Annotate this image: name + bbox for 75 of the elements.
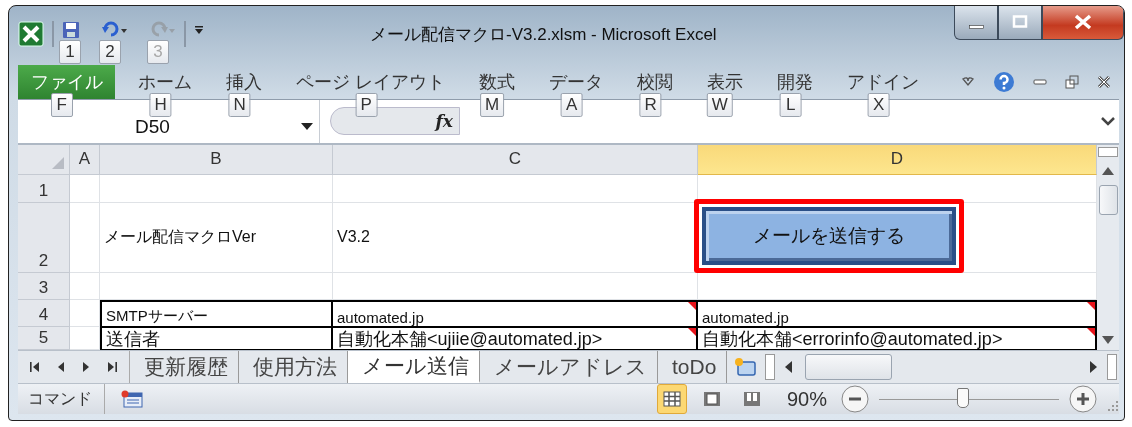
key-tip: N bbox=[228, 93, 251, 118]
minimize-button[interactable] bbox=[954, 6, 998, 40]
table-cell bbox=[70, 299, 100, 327]
normal-view-button[interactable] bbox=[656, 384, 687, 414]
table-cell: メール配信マクロVer bbox=[100, 202, 333, 273]
scroll-thumb[interactable] bbox=[1098, 184, 1118, 215]
column-header[interactable]: A bbox=[70, 144, 100, 175]
restore-icon[interactable] bbox=[1065, 75, 1079, 90]
row-header[interactable]: 1 bbox=[18, 174, 70, 203]
key-tip: 1 bbox=[59, 40, 81, 65]
key-tip: M bbox=[480, 93, 505, 118]
key-tip: L bbox=[779, 93, 802, 118]
key-tip: H bbox=[149, 93, 172, 118]
key-tip: F bbox=[50, 93, 73, 118]
last-sheet-icon[interactable] bbox=[106, 360, 117, 373]
maximize-icon bbox=[1010, 15, 1030, 29]
zoom-percent[interactable]: 90% bbox=[786, 387, 827, 411]
close-icon bbox=[1073, 14, 1093, 30]
vertical-scrollbar[interactable] bbox=[1097, 144, 1119, 350]
scroll-thumb[interactable] bbox=[805, 353, 893, 380]
zoom-out-icon[interactable] bbox=[841, 385, 869, 413]
key-tip: X bbox=[867, 93, 890, 118]
close-button[interactable] bbox=[1042, 6, 1124, 40]
quick-access-button[interactable] bbox=[62, 21, 80, 40]
key-tip: R bbox=[639, 93, 662, 118]
record-macro-icon[interactable] bbox=[121, 390, 143, 408]
key-tip: P bbox=[355, 93, 378, 118]
close-icon[interactable] bbox=[1097, 75, 1111, 90]
triangle-icon bbox=[51, 155, 65, 170]
scroll-right-icon[interactable] bbox=[1089, 360, 1097, 373]
table-cell: automated.jp bbox=[333, 299, 698, 327]
status-mode: コマンド bbox=[18, 384, 105, 414]
split-handle[interactable] bbox=[765, 353, 776, 380]
zoom-slider-thumb[interactable] bbox=[956, 387, 969, 408]
table-cell bbox=[70, 202, 100, 273]
row-header[interactable]: 3 bbox=[18, 272, 70, 300]
scroll-down-icon[interactable] bbox=[1102, 335, 1114, 344]
row-header[interactable]: 4 bbox=[18, 299, 70, 327]
help-icon[interactable] bbox=[993, 71, 1015, 94]
table-cell bbox=[70, 272, 100, 300]
excel-logo-icon bbox=[18, 21, 44, 48]
table-cell bbox=[70, 174, 100, 203]
sheet-tab[interactable]: メール送信 bbox=[348, 350, 480, 383]
insert-sheet-icon[interactable] bbox=[733, 355, 758, 378]
expand-chevron-icon[interactable] bbox=[1101, 116, 1115, 127]
row-header[interactable]: 5 bbox=[18, 326, 70, 350]
key-tip: 3 bbox=[147, 40, 169, 65]
customize-caret-icon[interactable] bbox=[194, 25, 204, 36]
column-header[interactable]: C bbox=[333, 144, 698, 175]
column-header[interactable]: B bbox=[100, 144, 333, 175]
send-mail-button[interactable]: メールを送信する bbox=[702, 207, 956, 266]
minimize-icon bbox=[968, 25, 984, 29]
scroll-up-icon[interactable] bbox=[1102, 166, 1114, 175]
key-tip: 2 bbox=[99, 40, 121, 65]
page-icon bbox=[702, 391, 721, 407]
key-tip: W bbox=[706, 93, 733, 118]
window-title: メール配信マクロ-V3.2.xlsm - Microsoft Excel bbox=[370, 24, 717, 46]
split-handle[interactable] bbox=[1098, 146, 1118, 157]
key-tip: A bbox=[560, 93, 583, 118]
table-cell: SMTPサーバー bbox=[100, 299, 333, 327]
table-cell: V3.2 bbox=[333, 202, 698, 273]
minimize-icon[interactable] bbox=[1033, 78, 1047, 87]
previous-sheet-icon[interactable] bbox=[57, 360, 66, 373]
next-sheet-icon[interactable] bbox=[81, 360, 90, 373]
columns-icon bbox=[742, 391, 761, 407]
first-sheet-icon[interactable] bbox=[30, 360, 41, 373]
resize-grip-icon[interactable] bbox=[1107, 400, 1119, 412]
row-header[interactable]: 2 bbox=[18, 202, 70, 273]
dropdown-caret-icon[interactable] bbox=[301, 122, 313, 131]
grid-icon bbox=[662, 391, 681, 407]
maximize-button[interactable] bbox=[998, 6, 1042, 40]
column-header[interactable]: D bbox=[698, 144, 1097, 175]
zoom-in-icon[interactable] bbox=[1069, 385, 1097, 413]
scroll-left-icon[interactable] bbox=[785, 360, 794, 373]
split-handle[interactable] bbox=[1107, 353, 1117, 380]
